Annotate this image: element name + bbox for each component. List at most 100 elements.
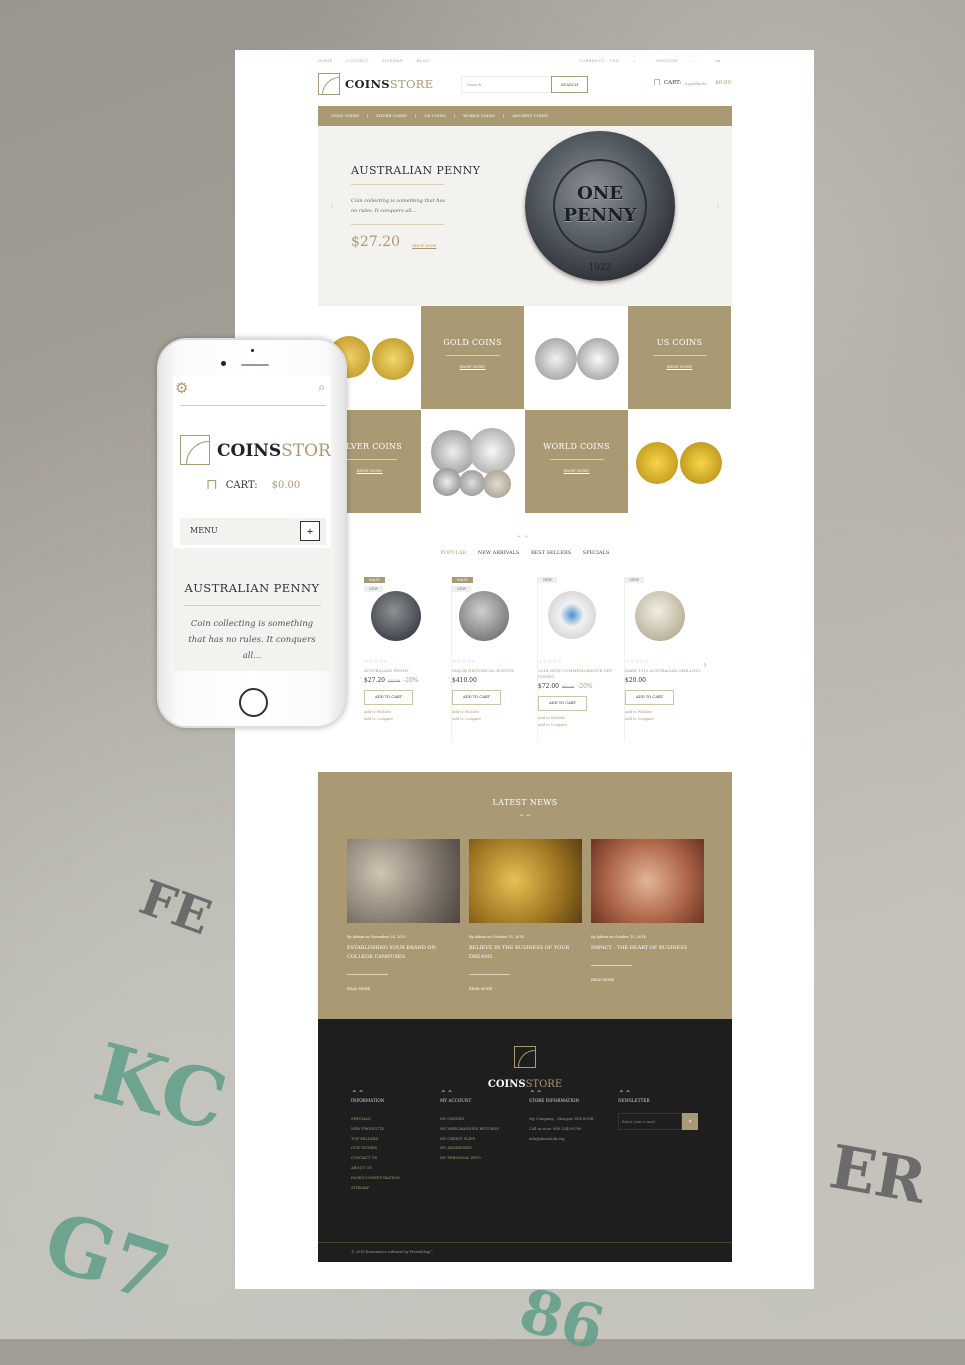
product-card[interactable]: SALE! NEW ☆☆☆☆☆ AUSTRALIAN PENNY $27.20 $… — [364, 577, 451, 742]
footer-link[interactable]: OUR STORES — [351, 1144, 441, 1154]
nav-contact[interactable]: CONTACT — [346, 58, 368, 63]
footer-link[interactable]: TOP SELLERS — [351, 1135, 441, 1145]
product-name[interactable]: AUSTRALIAN PENNY — [364, 668, 444, 674]
footer-store-info: ⌃⌃ STORE INFORMATION My Company , Glasgo… — [529, 1089, 619, 1145]
news-article: By Admin on November 24, 2015 ESTABLISHI… — [347, 839, 460, 991]
footer-link[interactable]: CONTACT US — [351, 1154, 441, 1164]
home-button[interactable] — [239, 688, 268, 717]
footer-link[interactable]: SITEMAP — [351, 1184, 441, 1194]
news-article: By Admin on October 15, 2014 BELIEVE IN … — [469, 839, 582, 991]
product-image[interactable] — [635, 591, 685, 641]
footer-link[interactable]: SPECIALS — [351, 1115, 441, 1125]
mobile-phone-mockup: ⚙ ⌕ COINSSTORE ⊓ CART: $0.00 MENU + AUST… — [157, 338, 347, 728]
logo[interactable]: COINSSTORE — [318, 73, 433, 95]
article-image[interactable] — [469, 839, 582, 923]
products-next-arrow[interactable]: › — [703, 660, 707, 671]
article-title[interactable]: BELIEVE IN THE BUSINESS OF YOUR DREAMS — [469, 944, 582, 962]
add-to-cart-button[interactable]: ADD TO CART — [625, 690, 674, 705]
divider — [351, 184, 444, 185]
add-to-compare-link[interactable]: Add to Compare — [364, 716, 444, 723]
footer-link[interactable]: MY MERCHANDISE RETURNS — [440, 1125, 530, 1135]
mobile-menu-bar[interactable]: MENU + — [180, 518, 326, 545]
tab-best-sellers[interactable]: BEST SELLERS — [531, 550, 571, 556]
product-name[interactable]: MAJOR HISTORICAL EVENTS — [452, 668, 532, 674]
login-icon[interactable]: ⇥ — [715, 58, 720, 65]
footer-link[interactable]: MY ADDRESSES — [440, 1144, 530, 1154]
category-world-coins[interactable]: WORLD COINS SHOP NOW! — [525, 410, 628, 513]
mobile-cart[interactable]: ⊓ CART: $0.00 — [206, 477, 300, 493]
product-image[interactable] — [371, 591, 421, 641]
add-to-wishlist-link[interactable]: Add to Wishlist — [364, 709, 444, 716]
menu-toggle-button[interactable]: + — [300, 521, 320, 541]
add-to-cart-button[interactable]: ADD TO CART — [452, 690, 501, 705]
menu-gold-coins[interactable]: GOLD COINS — [331, 113, 359, 119]
cart[interactable]: ⊓ CART: 0 products $0.00 — [653, 78, 731, 88]
slider-next-arrow[interactable]: › — [716, 201, 720, 212]
search-input[interactable]: Search — [461, 76, 552, 93]
add-to-compare-link[interactable]: Add to Compare — [625, 716, 705, 723]
nav-home[interactable]: HOME — [318, 58, 333, 63]
product-card[interactable]: NEW ☆☆☆☆☆ 2014 NIUE COMMEMORATIVE SET DI… — [537, 577, 624, 742]
product-card[interactable]: SALE! NEW ☆☆☆☆☆ MAJOR HISTORICAL EVENTS … — [451, 577, 538, 742]
article-title[interactable]: ESTABLISHING YOUR BRAND ON COLLEGE CAMPU… — [347, 944, 460, 962]
shop-now-link[interactable]: SHOP NOW! — [421, 364, 524, 369]
world-coins-image — [628, 410, 731, 513]
product-tabs: POPULAR NEW ARRIVALS BEST SELLERS SPECIA… — [318, 550, 732, 556]
newsletter-submit-button[interactable]: » — [682, 1113, 698, 1130]
mobile-logo[interactable]: COINSSTORE — [217, 441, 331, 461]
shop-now-link[interactable]: SHOP NOW! — [525, 468, 628, 473]
cart-icon: ⊓ — [653, 78, 661, 88]
silver-coins-image — [421, 410, 524, 513]
category-gold-coins[interactable]: GOLD COINS SHOP NOW! — [421, 306, 524, 409]
product-name[interactable]: 2014 NIUE COMMEMORATIVE SET DISNEY — [538, 668, 618, 680]
add-to-wishlist-link[interactable]: Add to Wishlist — [625, 709, 705, 716]
footer-link[interactable]: ABOUT US — [351, 1164, 441, 1174]
article-image[interactable] — [591, 839, 704, 923]
read-more-link[interactable]: READ MORE — [347, 987, 460, 991]
product-image[interactable] — [548, 591, 596, 639]
add-to-wishlist-link[interactable]: Add to Wishlist — [538, 715, 618, 722]
category-us-coins[interactable]: US COINS SHOP NOW! — [628, 306, 731, 409]
menu-silver-coins[interactable]: SILVER COINS — [376, 113, 407, 119]
menu-world-coins[interactable]: WORLD COINS — [463, 113, 495, 119]
footer-link[interactable]: NEW PRODUCTS — [351, 1125, 441, 1135]
footer-link[interactable]: MY ORDERS — [440, 1115, 530, 1125]
currency-select[interactable]: CURRENCY : USD ⌄ — [579, 58, 637, 65]
slider-prev-arrow[interactable]: ‹ — [330, 201, 334, 212]
add-to-cart-button[interactable]: ADD TO CART — [364, 690, 413, 705]
copyright: © 2016 Ecommerce software by PrestaShop™ — [318, 1242, 732, 1262]
add-to-cart-button[interactable]: ADD TO CART — [538, 696, 587, 711]
search-icon[interactable]: ⌕ — [318, 380, 325, 395]
email-link[interactable]: info@demolink.org — [529, 1135, 619, 1145]
footer-newsletter: ⌃⌃ NEWSLETTER Enter your e-mail » — [618, 1089, 708, 1130]
tab-specials[interactable]: SPECIALS — [583, 550, 610, 556]
menu-us-coins[interactable]: US COINS — [424, 113, 446, 119]
menu-ancient-coins[interactable]: ANCIENT COINS — [512, 113, 548, 119]
footer-link[interactable]: PAGES CONFIGURATION — [351, 1174, 441, 1184]
new-badge: NEW — [625, 577, 645, 583]
add-to-wishlist-link[interactable]: Add to Wishlist — [452, 709, 532, 716]
shop-now-link[interactable]: SHOP NOW — [412, 243, 436, 248]
footer-link[interactable]: MY CREDIT SLIPS — [440, 1135, 530, 1145]
shop-now-link[interactable]: SHOP NOW! — [628, 364, 731, 369]
read-more-link[interactable]: READ MORE — [591, 978, 704, 982]
language-select[interactable]: ENGLISH ⌄ — [656, 58, 695, 65]
footer-link[interactable]: MY PERSONAL INFO — [440, 1154, 530, 1164]
article-image[interactable] — [347, 839, 460, 923]
newsletter-email-input[interactable]: Enter your e-mail — [618, 1113, 682, 1130]
product-card[interactable]: NEW ☆☆☆☆☆ RARE 1915 AUSTRALIAN SHILLING … — [624, 577, 711, 742]
add-to-compare-link[interactable]: Add to Compare — [452, 716, 532, 723]
article-title[interactable]: IMPACT - THE HEART OF BUSINESS — [591, 944, 704, 953]
add-to-compare-link[interactable]: Add to Compare — [538, 722, 618, 729]
tab-popular[interactable]: POPULAR — [441, 550, 467, 556]
nav-sitemap[interactable]: SITEMAP — [382, 58, 403, 63]
product-name[interactable]: RARE 1915 AUSTRALIAN SHILLING — [625, 668, 705, 674]
product-image[interactable] — [459, 591, 509, 641]
rating-stars: ☆☆☆☆☆ — [538, 659, 562, 665]
section-title: LATEST NEWS — [492, 798, 558, 807]
read-more-link[interactable]: READ MORE — [469, 987, 582, 991]
search-button[interactable]: SEARCH — [551, 76, 588, 93]
gear-icon[interactable]: ⚙ — [175, 379, 188, 397]
nav-blog[interactable]: BLOG — [416, 58, 429, 63]
tab-new-arrivals[interactable]: NEW ARRIVALS — [478, 550, 520, 556]
